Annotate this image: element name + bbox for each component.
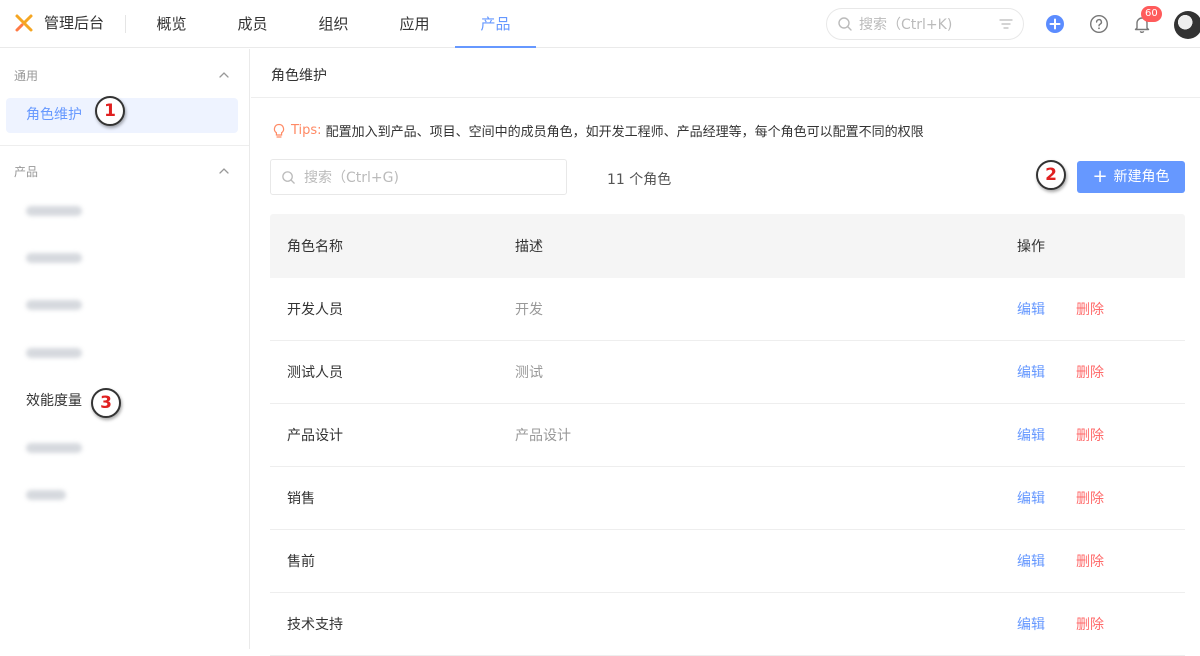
table-row: 售前 编辑 删除 — [270, 530, 1185, 593]
delete-role-link[interactable]: 删除 — [1076, 341, 1104, 403]
sidebar-item-efficiency-metrics[interactable]: 效能度量 — [6, 384, 238, 419]
role-count: 11 个角色 — [607, 172, 672, 188]
role-search-placeholder: 搜索（Ctrl+G) — [304, 170, 399, 186]
lightbulb-icon — [273, 123, 285, 138]
edit-role-link[interactable]: 编辑 — [1017, 530, 1045, 592]
nav-products[interactable]: 产品 — [455, 0, 536, 48]
sidebar-group-product: 产品 — [14, 165, 39, 179]
delete-role-link[interactable]: 删除 — [1076, 593, 1104, 655]
header-description: 描述 — [515, 239, 543, 255]
header-role-name: 角色名称 — [287, 239, 343, 255]
title-divider — [251, 97, 1200, 98]
sidebar: 通用 角色维护 产品 效能度量 — [0, 49, 250, 649]
top-nav: 概览 成员 组织 应用 产品 — [131, 0, 536, 48]
delete-role-link[interactable]: 删除 — [1076, 467, 1104, 529]
search-icon — [282, 170, 295, 184]
table-row: 销售 编辑 删除 — [270, 467, 1185, 530]
role-description-cell: 测试 — [515, 365, 543, 381]
chevron-up-icon[interactable] — [218, 165, 230, 177]
table-row: 开发人员 开发 编辑 删除 — [270, 278, 1185, 341]
sidebar-item-blurred[interactable] — [6, 336, 238, 371]
sidebar-item-blurred[interactable] — [6, 431, 238, 466]
edit-role-link[interactable]: 编辑 — [1017, 278, 1045, 340]
edit-role-link[interactable]: 编辑 — [1017, 467, 1045, 529]
plus-icon: + — [1092, 166, 1108, 187]
chevron-up-icon[interactable] — [218, 69, 230, 81]
add-circle-icon[interactable] — [1045, 14, 1065, 34]
edit-role-link[interactable]: 编辑 — [1017, 341, 1045, 403]
main-content: 角色维护 Tips: 配置加入到产品、项目、空间中的成员角色，如开发工程师、产品… — [251, 49, 1200, 656]
role-name-cell: 销售 — [287, 491, 315, 507]
table-row: 技术支持 编辑 删除 — [270, 593, 1185, 656]
sidebar-divider — [0, 145, 249, 146]
delete-role-link[interactable]: 删除 — [1076, 530, 1104, 592]
filter-icon[interactable] — [999, 17, 1013, 31]
role-description-cell: 产品设计 — [515, 428, 571, 444]
avatar[interactable] — [1174, 11, 1200, 39]
header-actions: 操作 — [1017, 239, 1045, 255]
nav-organization[interactable]: 组织 — [293, 0, 374, 48]
sidebar-item-blurred[interactable] — [6, 241, 238, 276]
role-name-cell: 售前 — [287, 554, 315, 570]
role-search-input[interactable]: 搜索（Ctrl+G) — [270, 159, 567, 195]
annotation-marker-3: 3 — [91, 388, 121, 418]
delete-role-link[interactable]: 删除 — [1076, 404, 1104, 466]
sidebar-group-general: 通用 — [14, 69, 39, 83]
brand-divider — [125, 15, 126, 33]
top-bar: 管理后台 概览 成员 组织 应用 产品 搜索（Ctrl+K) 60 — [0, 0, 1200, 48]
app-title: 管理后台 — [44, 14, 105, 32]
roles-table: 角色名称 描述 操作 开发人员 开发 编辑 删除 测试人员 测试 编辑 删除 产品设计 产品设计编… — [270, 214, 1185, 656]
new-role-label: 新建角色 — [1113, 169, 1170, 185]
edit-role-link[interactable]: 编辑 — [1017, 593, 1045, 655]
brand[interactable]: 管理后台 — [14, 12, 104, 33]
page-title: 角色维护 — [271, 68, 327, 84]
sidebar-item-blurred[interactable] — [6, 194, 238, 229]
annotation-marker-1: 1 — [95, 96, 125, 126]
tips-label: Tips: — [291, 123, 322, 138]
nav-applications[interactable]: 应用 — [374, 0, 455, 48]
role-name-cell: 开发人员 — [287, 302, 343, 318]
global-search-placeholder: 搜索（Ctrl+K) — [859, 17, 953, 33]
role-name-cell: 产品设计 — [287, 428, 343, 444]
table-row: 测试人员 测试 编辑 删除 — [270, 341, 1185, 404]
nav-overview[interactable]: 概览 — [131, 0, 212, 48]
tools-logo-icon — [15, 14, 33, 31]
table-row: 产品设计 产品设计 编辑 删除 — [270, 404, 1185, 467]
tips-text: 配置加入到产品、项目、空间中的成员角色，如开发工程师、产品经理等，每个角色可以配… — [325, 125, 924, 140]
delete-role-link[interactable]: 删除 — [1076, 278, 1104, 340]
sidebar-item-blurred[interactable] — [6, 288, 238, 323]
sidebar-item-blurred[interactable] — [6, 478, 238, 513]
notification-badge: 60 — [1141, 6, 1162, 22]
global-search-input[interactable]: 搜索（Ctrl+K) — [826, 8, 1024, 40]
role-name-cell: 技术支持 — [287, 617, 343, 633]
help-icon[interactable] — [1089, 14, 1109, 34]
tips-bar: Tips: 配置加入到产品、项目、空间中的成员角色，如开发工程师、产品经理等，每… — [271, 121, 924, 140]
nav-members[interactable]: 成员 — [212, 0, 293, 48]
role-description-cell: 开发 — [515, 302, 543, 318]
search-icon — [838, 17, 852, 31]
role-name-cell: 测试人员 — [287, 365, 343, 381]
edit-role-link[interactable]: 编辑 — [1017, 404, 1045, 466]
new-role-button[interactable]: + 新建角色 — [1077, 161, 1185, 193]
table-header: 角色名称 描述 操作 — [270, 214, 1185, 278]
